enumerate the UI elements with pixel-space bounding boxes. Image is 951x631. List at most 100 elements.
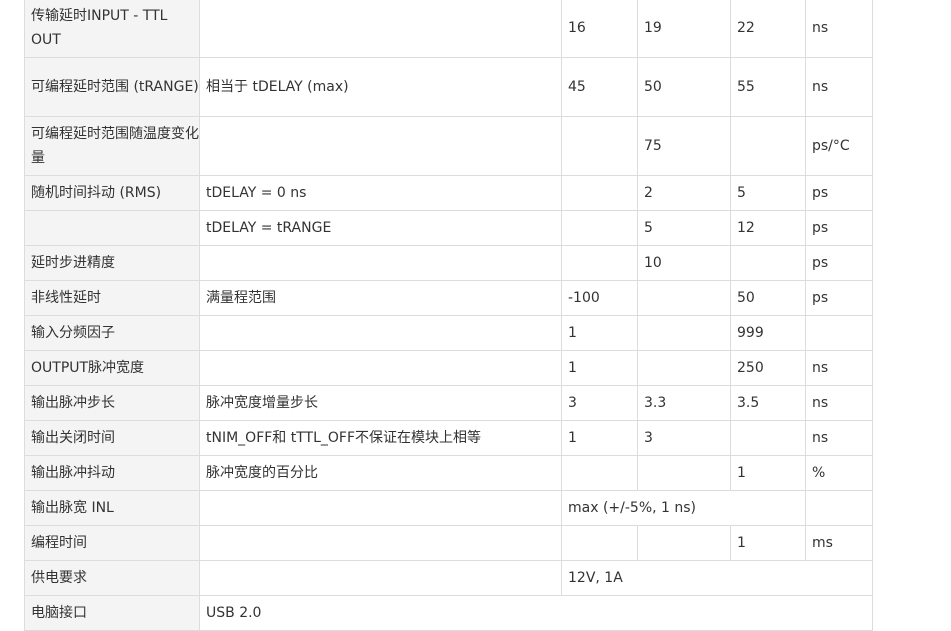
table-cell [637,350,731,386]
table-cell: 3.5 [730,385,806,421]
table-cell: 脉冲宽度增量步长 [199,385,562,421]
table-cell: 编程时间 [24,525,200,561]
table-cell: ns [805,385,873,421]
table-cell: ns [805,420,873,456]
table-row: 传输延时INPUT - TTL OUT 16 19 22 ns [24,0,873,58]
table-cell: 可编程延时范围随温度变化量 [24,116,200,176]
table-row: 输入分频因子 1 999 [24,315,873,351]
table-cell: 输出关闭时间 [24,420,200,456]
table-cell: ns [805,350,873,386]
table-row: 可编程延时范围随温度变化量 75 ps/°C [24,116,873,176]
table-cell [199,116,562,176]
table-cell: 脉冲宽度的百分比 [199,455,562,491]
table-cell: 16 [561,0,638,58]
table-row: OUTPUT脉冲宽度 1 250 ns [24,350,873,386]
table-cell: OUTPUT脉冲宽度 [24,350,200,386]
table-cell: ps [805,245,873,281]
table-row: 延时步进精度 10 ps [24,245,873,281]
table-cell [730,420,806,456]
table-cell: 输入分频因子 [24,315,200,351]
table-cell: ns [805,0,873,58]
table-cell: 50 [637,57,731,117]
table-cell: 55 [730,57,806,117]
table-cell: 供电要求 [24,560,200,596]
table-cell [805,315,873,351]
table-cell: 随机时间抖动 (RMS) [24,175,200,211]
table-cell [199,490,562,526]
table-cell: tDELAY = tRANGE [199,210,562,246]
table-cell: % [805,455,873,491]
table-cell [637,280,731,316]
table-cell: ps [805,175,873,211]
table-cell [561,210,638,246]
table-cell [637,315,731,351]
table-row: 编程时间 1 ms [24,525,873,561]
table-cell: 输出脉宽 INL [24,490,200,526]
table-cell: 250 [730,350,806,386]
table-cell: 1 [561,350,638,386]
table-cell [199,315,562,351]
table-cell: 5 [637,210,731,246]
table-cell [805,490,873,526]
table-cell [637,525,731,561]
table-cell: ps/°C [805,116,873,176]
table-cell: 3 [561,385,638,421]
table-cell: 22 [730,0,806,58]
table-cell: 1 [561,315,638,351]
table-row: 输出脉宽 INL max (+/-5%, 1 ns) [24,490,873,526]
table-row: 输出关闭时间 tNIM_OFF和 tTTL_OFF不保证在模块上相等 1 3 ns [24,420,873,456]
table-cell: tNIM_OFF和 tTTL_OFF不保证在模块上相等 [199,420,562,456]
table-cell: 1 [561,420,638,456]
table-cell: 电脑接口 [24,595,200,631]
table-cell [199,525,562,561]
table-cell [730,245,806,281]
table-row: 可编程延时范围 (tRANGE) 相当于 tDELAY (max) 45 50 55 ns [24,57,873,117]
table-cell [730,116,806,176]
table-row: 非线性延时 满量程范围 -100 50 ps [24,280,873,316]
table-cell: 10 [637,245,731,281]
table-cell: 19 [637,0,731,58]
table-cell: 3 [637,420,731,456]
table-cell [24,210,200,246]
table-cell: max (+/-5%, 1 ns) [561,490,806,526]
table-cell: 1 [730,525,806,561]
table-cell [199,350,562,386]
table-row: 输出脉冲抖动 脉冲宽度的百分比 1% [24,455,873,491]
table-cell: 传输延时INPUT - TTL OUT [24,0,200,58]
spec-table-body: 传输延时INPUT - TTL OUT 16 19 22 ns 可编程延时范围 (tRAN… [24,0,873,631]
table-cell: 1 [730,455,806,491]
table-cell [561,455,638,491]
table-cell: USB 2.0 [199,595,873,631]
table-cell: 3.3 [637,385,731,421]
table-cell [561,525,638,561]
table-cell: 12V, 1A [561,560,873,596]
table-row: 随机时间抖动 (RMS) tDELAY = 0 ns 2 5 ps [24,175,873,211]
table-cell: 5 [730,175,806,211]
table-cell [637,455,731,491]
table-cell: ms [805,525,873,561]
table-row: 电脑接口 USB 2.0 [24,595,873,631]
table-cell [561,116,638,176]
table-row: tDELAY = tRANGE 5 12 ps [24,210,873,246]
table-cell: 12 [730,210,806,246]
table-cell: ns [805,57,873,117]
table-cell: 50 [730,280,806,316]
table-row: 输出脉冲步长 脉冲宽度增量步长 3 3.3 3.5 ns [24,385,873,421]
table-cell: 满量程范围 [199,280,562,316]
table-cell: 2 [637,175,731,211]
table-cell [199,245,562,281]
table-cell: tDELAY = 0 ns [199,175,562,211]
table-cell: 输出脉冲抖动 [24,455,200,491]
table-cell: 相当于 tDELAY (max) [199,57,562,117]
table-cell [199,560,562,596]
table-cell: -100 [561,280,638,316]
table-cell: 输出脉冲步长 [24,385,200,421]
table-cell [561,175,638,211]
table-cell: 非线性延时 [24,280,200,316]
table-cell: 999 [730,315,806,351]
table-cell: 延时步进精度 [24,245,200,281]
table-cell: 可编程延时范围 (tRANGE) [24,57,200,117]
table-cell: 45 [561,57,638,117]
table-cell: ps [805,280,873,316]
table-cell [561,245,638,281]
